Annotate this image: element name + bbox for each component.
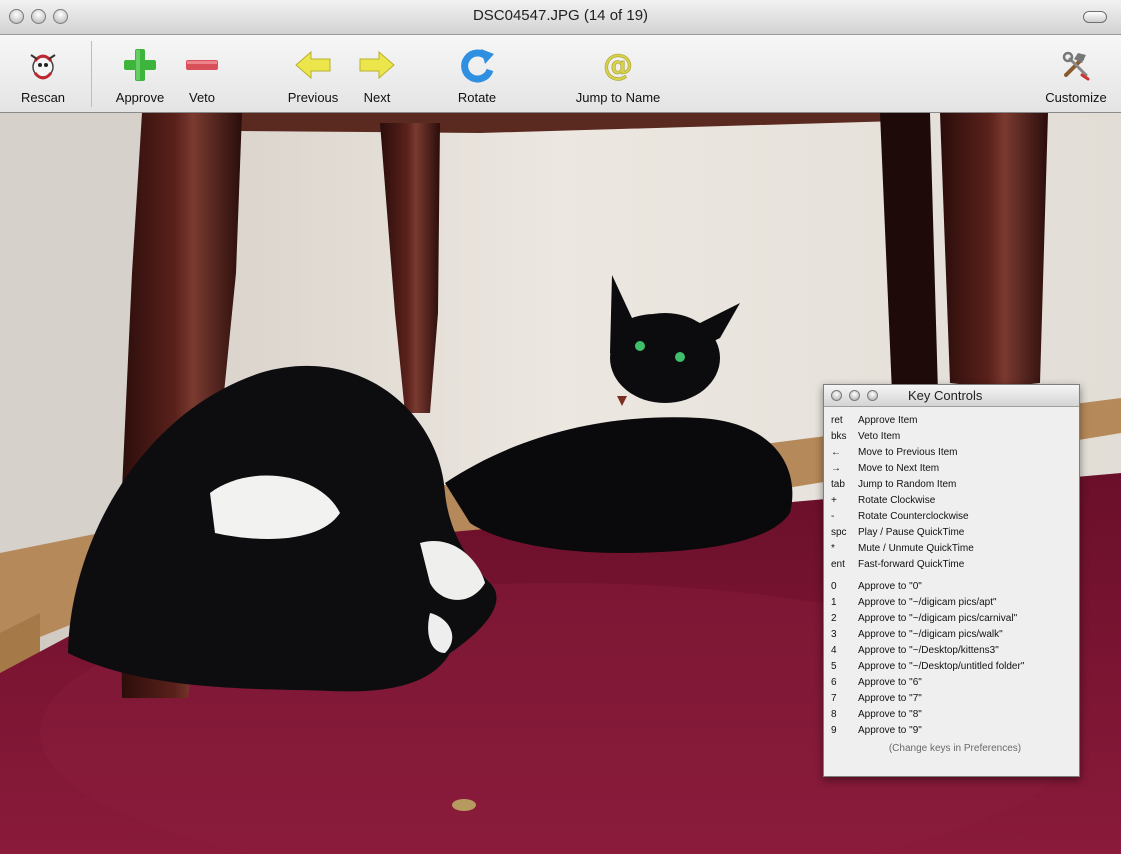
key-label: * [831, 543, 835, 554]
key-row: spc Play / Pause QuickTime [831, 525, 1079, 541]
key-label: 2 [831, 613, 837, 624]
panel-close-button[interactable] [831, 390, 842, 401]
veto-label: Veto [188, 90, 216, 105]
jump-to-name-button[interactable]: @ Jump to Name [562, 35, 674, 112]
key-action: Approve to "7" [858, 693, 922, 704]
key-label: ← [831, 447, 841, 458]
jump-to-name-label: Jump to Name [575, 90, 661, 105]
rotate-button[interactable]: Rotate [446, 35, 508, 112]
plus-icon [124, 49, 156, 81]
toolbar: Rescan Approve Veto Previous Next Rotate… [0, 35, 1121, 113]
key-action: Approve to "0" [858, 581, 922, 592]
key-action: Move to Previous Item [858, 447, 958, 458]
key-action: Mute / Unmute QuickTime [858, 543, 974, 554]
key-label: → [831, 463, 841, 474]
key-controls-title-bar[interactable]: Key Controls [824, 385, 1079, 407]
app-window: DSC04547.JPG (14 of 19) Rescan Approve V… [0, 0, 1121, 854]
key-label: 6 [831, 677, 837, 688]
key-label: 8 [831, 709, 837, 720]
key-action: Approve Item [858, 415, 918, 426]
key-label: 5 [831, 661, 837, 672]
key-row: tab Jump to Random Item [831, 477, 1079, 493]
window-title: DSC04547.JPG (14 of 19) [472, 7, 649, 24]
key-row: ← Move to Previous Item [831, 445, 1079, 461]
key-label: ent [831, 559, 845, 570]
key-controls-title: Key Controls [908, 388, 983, 403]
key-label: bks [831, 431, 847, 442]
key-action: Approve to "6" [858, 677, 922, 688]
next-button[interactable]: Next [352, 35, 402, 112]
previous-button[interactable]: Previous [277, 35, 349, 112]
key-row: 9 Approve to "9" [831, 723, 1079, 739]
key-list: ret Approve Item bks Veto Item ← Move to Pr… [824, 407, 1079, 754]
key-action: Approve to "~/digicam pics/carnival" [858, 613, 1018, 624]
key-label: spc [831, 527, 847, 538]
key-row: ret Approve Item [831, 413, 1079, 429]
approve-label: Approve [115, 90, 165, 105]
customize-label: Customize [1045, 90, 1107, 105]
svg-text:@: @ [603, 48, 633, 83]
key-label: tab [831, 479, 845, 490]
key-label: 1 [831, 597, 837, 608]
key-action: Approve to "~/Desktop/kittens3" [858, 645, 999, 656]
veto-button[interactable]: Veto [174, 35, 230, 112]
title-bar[interactable]: DSC04547.JPG (14 of 19) [0, 0, 1121, 35]
rotate-label: Rotate [457, 90, 497, 105]
previous-label: Previous [287, 90, 339, 105]
key-action: Fast-forward QuickTime [858, 559, 965, 570]
key-action: Jump to Random Item [858, 479, 957, 490]
key-action: Rotate Counterclockwise [858, 511, 969, 522]
rotate-icon [461, 49, 494, 83]
rescan-button[interactable]: Rescan [6, 35, 80, 112]
key-row: * Mute / Unmute QuickTime [831, 541, 1079, 557]
toolbar-toggle-button[interactable] [1083, 11, 1107, 23]
customize-button[interactable]: Customize [1034, 35, 1118, 112]
key-label: 3 [831, 629, 837, 640]
key-row: 5 Approve to "~/Desktop/untitled folder" [831, 659, 1079, 675]
key-row: 0 Approve to "0" [831, 579, 1079, 595]
minus-icon [186, 60, 218, 70]
key-row: 8 Approve to "8" [831, 707, 1079, 723]
key-row: + Rotate Clockwise [831, 493, 1079, 509]
arrow-left-icon [295, 50, 331, 80]
panel-minimize-button[interactable] [849, 390, 860, 401]
key-row: → Move to Next Item [831, 461, 1079, 477]
key-row: bks Veto Item [831, 429, 1079, 445]
key-label: 0 [831, 581, 837, 592]
key-action: Approve to "~/Desktop/untitled folder" [858, 661, 1025, 672]
key-label: + [831, 495, 837, 506]
key-action: Approve to "~/digicam pics/walk" [858, 629, 1003, 640]
key-action: Play / Pause QuickTime [858, 527, 965, 538]
rescan-icon [30, 54, 56, 80]
key-action: Approve to "8" [858, 709, 922, 720]
key-action: Veto Item [858, 431, 901, 442]
at-icon: @ [603, 48, 634, 84]
key-row: 3 Approve to "~/digicam pics/walk" [831, 627, 1079, 643]
rescan-label: Rescan [20, 90, 66, 105]
key-row: ent Fast-forward QuickTime [831, 557, 1079, 573]
toolbar-divider [91, 41, 92, 107]
arrow-right-icon [359, 50, 395, 80]
panel-zoom-button[interactable] [867, 390, 878, 401]
key-action: Approve to "9" [858, 725, 922, 736]
tools-icon [1062, 51, 1090, 81]
key-action: Approve to "~/digicam pics/apt" [858, 597, 997, 608]
key-row: 2 Approve to "~/digicam pics/carnival" [831, 611, 1079, 627]
key-controls-panel: Key Controls ret Approve Item bks Veto Ite… [823, 384, 1080, 777]
key-row: 1 Approve to "~/digicam pics/apt" [831, 595, 1079, 611]
key-label: - [831, 511, 835, 522]
key-action: Rotate Clockwise [858, 495, 936, 506]
key-row: 6 Approve to "6" [831, 675, 1079, 691]
key-label: ret [831, 415, 843, 426]
change-keys-link[interactable]: (Change keys in Preferences) [831, 743, 1079, 754]
key-row: - Rotate Counterclockwise [831, 509, 1079, 525]
key-action: Move to Next Item [858, 463, 940, 474]
key-label: 4 [831, 645, 837, 656]
approve-button[interactable]: Approve [106, 35, 174, 112]
key-label: 7 [831, 693, 837, 704]
next-label: Next [363, 90, 391, 105]
key-row: 4 Approve to "~/Desktop/kittens3" [831, 643, 1079, 659]
key-label: 9 [831, 725, 837, 736]
key-row: 7 Approve to "7" [831, 691, 1079, 707]
